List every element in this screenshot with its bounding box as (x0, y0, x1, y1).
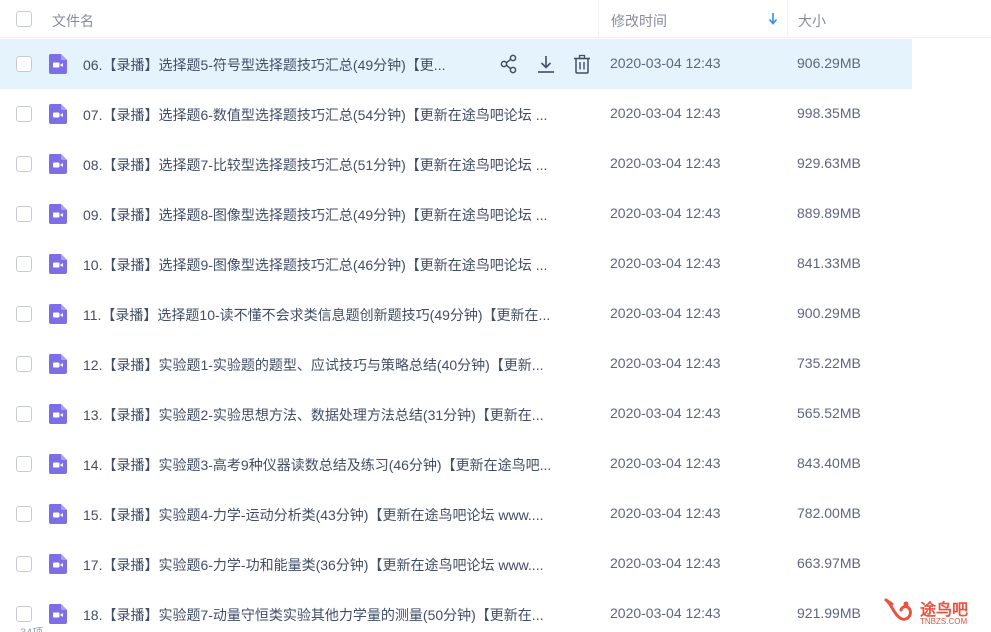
modified-time: 2020-03-04 12:43 (610, 605, 721, 621)
file-name[interactable]: 07.【录播】选择题6-数值型选择题技巧汇总(54分钟)【更新在途鸟吧论坛 ..… (83, 105, 591, 125)
row-checkbox[interactable] (16, 156, 32, 172)
item-count: 34项 (20, 624, 43, 632)
modified-time: 2020-03-04 12:43 (610, 105, 721, 121)
file-name[interactable]: 12.【录播】实验题1-实验题的题型、应试技巧与策略总结(40分钟)【更新... (83, 355, 591, 375)
file-row[interactable]: 15.【录播】实验题4-力学-运动分析类(43分钟)【更新在途鸟吧论坛 www.… (0, 489, 912, 539)
file-size: 565.52MB (797, 405, 861, 421)
file-size: 900.29MB (797, 305, 861, 321)
file-name[interactable]: 09.【录播】选择题8-图像型选择题技巧汇总(49分钟)【更新在途鸟吧论坛 ..… (83, 205, 591, 225)
row-checkbox[interactable] (16, 506, 32, 522)
delete-icon[interactable] (571, 53, 593, 75)
file-row[interactable]: 07.【录播】选择题6-数值型选择题技巧汇总(54分钟)【更新在途鸟吧论坛 ..… (0, 89, 912, 139)
column-header-name[interactable]: 文件名 (52, 11, 94, 31)
video-file-icon (47, 453, 69, 475)
video-file-icon (47, 253, 69, 275)
video-file-icon (47, 353, 69, 375)
file-name[interactable]: 13.【录播】实验题2-实验思想方法、数据处理方法总结(31分钟)【更新在... (83, 405, 591, 425)
file-row[interactable]: 06.【录播】选择题5-符号型选择题技巧汇总(49分钟)【更... 2020-03… (0, 39, 912, 89)
file-size: 843.40MB (797, 455, 861, 471)
file-name[interactable]: 11.【录播】选择题10-读不懂不会求类信息题创新题技巧(49分钟)【更新在..… (83, 305, 591, 325)
file-name[interactable]: 08.【录播】选择题7-比较型选择题技巧汇总(51分钟)【更新在途鸟吧论坛 ..… (83, 155, 591, 175)
modified-time: 2020-03-04 12:43 (610, 205, 721, 221)
sort-desc-icon[interactable] (767, 11, 779, 27)
file-row[interactable]: 14.【录播】实验题3-高考9种仪器读数总结及练习(46分钟)【更新在途鸟吧..… (0, 439, 912, 489)
file-size: 921.99MB (797, 605, 861, 621)
row-checkbox[interactable] (16, 356, 32, 372)
video-file-icon (47, 503, 69, 525)
file-name[interactable]: 10.【录播】选择题9-图像型选择题技巧汇总(46分钟)【更新在途鸟吧论坛 ..… (83, 255, 591, 275)
file-size: 998.35MB (797, 105, 861, 121)
file-name[interactable]: 17.【录播】实验题6-力学-功和能量类(36分钟)【更新在途鸟吧论坛 www.… (83, 555, 591, 575)
file-size: 929.63MB (797, 155, 861, 171)
site-watermark: 途鸟吧 TNBZS.COM (884, 594, 984, 628)
video-file-icon (47, 603, 69, 625)
download-icon[interactable] (535, 53, 557, 75)
column-header-size[interactable]: 大小 (787, 0, 912, 38)
file-size: 782.00MB (797, 505, 861, 521)
modified-time: 2020-03-04 12:43 (610, 255, 721, 271)
file-row[interactable]: 11.【录播】选择题10-读不懂不会求类信息题创新题技巧(49分钟)【更新在..… (0, 289, 912, 339)
column-header-size-label: 大小 (798, 13, 826, 29)
file-row[interactable]: 08.【录播】选择题7-比较型选择题技巧汇总(51分钟)【更新在途鸟吧论坛 ..… (0, 139, 912, 189)
row-checkbox[interactable] (16, 406, 32, 422)
share-icon[interactable] (498, 53, 520, 75)
file-list-header: 文件名 修改时间 大小 (0, 0, 991, 38)
video-file-icon (47, 303, 69, 325)
modified-time: 2020-03-04 12:43 (610, 355, 721, 371)
watermark-url: TNBZS.COM (920, 617, 968, 626)
video-file-icon (47, 103, 69, 125)
video-file-icon (47, 53, 69, 75)
file-row[interactable]: 18.【录播】实验题7-动量守恒类实验其他力学量的测量(50分钟)【更新在...… (0, 589, 912, 632)
modified-time: 2020-03-04 12:43 (610, 305, 721, 321)
row-checkbox[interactable] (16, 256, 32, 272)
file-row[interactable]: 09.【录播】选择题8-图像型选择题技巧汇总(49分钟)【更新在途鸟吧论坛 ..… (0, 189, 912, 239)
file-row[interactable]: 13.【录播】实验题2-实验思想方法、数据处理方法总结(31分钟)【更新在...… (0, 389, 912, 439)
row-checkbox[interactable] (16, 556, 32, 572)
select-all-checkbox[interactable] (16, 11, 32, 27)
video-file-icon (47, 203, 69, 225)
file-size: 735.22MB (797, 355, 861, 371)
modified-time: 2020-03-04 12:43 (610, 455, 721, 471)
file-size: 663.97MB (797, 555, 861, 571)
row-checkbox[interactable] (16, 306, 32, 322)
video-file-icon (47, 553, 69, 575)
modified-time: 2020-03-04 12:43 (610, 155, 721, 171)
modified-time: 2020-03-04 12:43 (610, 555, 721, 571)
column-header-time-label: 修改时间 (611, 13, 667, 29)
video-file-icon (47, 403, 69, 425)
row-checkbox[interactable] (16, 206, 32, 222)
row-checkbox[interactable] (16, 456, 32, 472)
column-header-time[interactable]: 修改时间 (598, 0, 787, 38)
file-name[interactable]: 14.【录播】实验题3-高考9种仪器读数总结及练习(46分钟)【更新在途鸟吧..… (83, 455, 591, 475)
modified-time: 2020-03-04 12:43 (610, 55, 721, 71)
modified-time: 2020-03-04 12:43 (610, 405, 721, 421)
file-row[interactable]: 12.【录播】实验题1-实验题的题型、应试技巧与策略总结(40分钟)【更新...… (0, 339, 912, 389)
file-row[interactable]: 17.【录播】实验题6-力学-功和能量类(36分钟)【更新在途鸟吧论坛 www.… (0, 539, 912, 589)
modified-time: 2020-03-04 12:43 (610, 505, 721, 521)
row-checkbox[interactable] (16, 106, 32, 122)
file-size: 906.29MB (797, 55, 861, 71)
file-row[interactable]: 10.【录播】选择题9-图像型选择题技巧汇总(46分钟)【更新在途鸟吧论坛 ..… (0, 239, 912, 289)
file-name[interactable]: 15.【录播】实验题4-力学-运动分析类(43分钟)【更新在途鸟吧论坛 www.… (83, 505, 591, 525)
row-checkbox[interactable] (16, 56, 32, 72)
file-name[interactable]: 18.【录播】实验题7-动量守恒类实验其他力学量的测量(50分钟)【更新在... (83, 605, 591, 625)
video-file-icon (47, 153, 69, 175)
file-size: 841.33MB (797, 255, 861, 271)
bird-logo-icon (884, 598, 912, 621)
file-size: 889.89MB (797, 205, 861, 221)
row-actions (498, 53, 594, 75)
file-name[interactable]: 06.【录播】选择题5-符号型选择题技巧汇总(49分钟)【更... (83, 55, 479, 75)
row-checkbox[interactable] (16, 606, 32, 622)
